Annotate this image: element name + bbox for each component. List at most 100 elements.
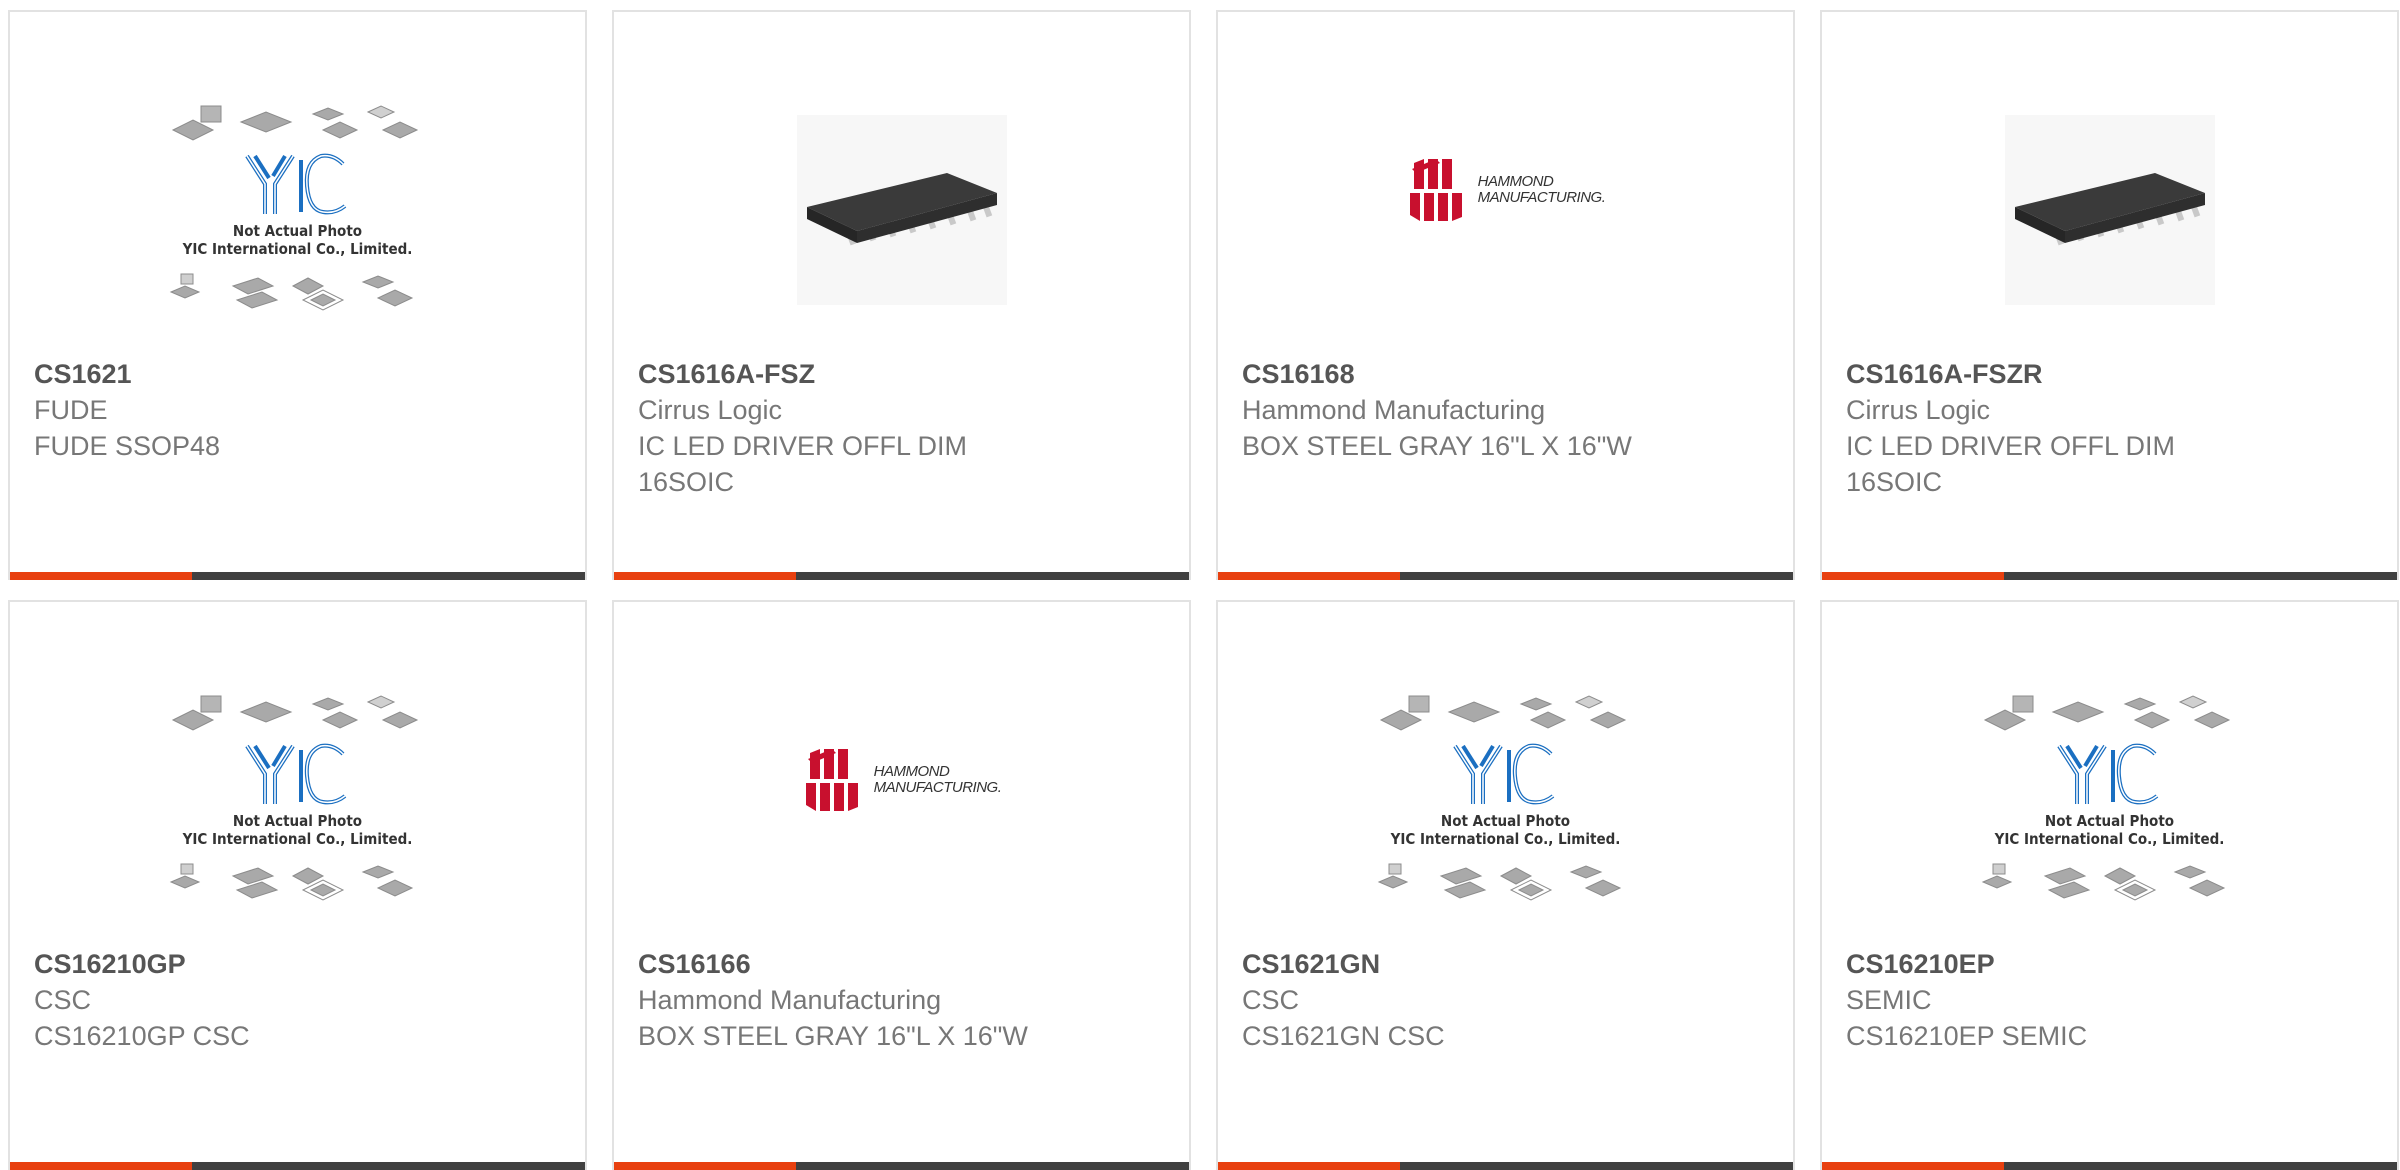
product-description: CS16210GP CSC <box>34 1021 250 1051</box>
card-accent-bar <box>1822 572 2004 580</box>
product-image[interactable]: Not Actual Photo YIC International Co., … <box>1218 677 1793 942</box>
hammond-logo: HAMMOND MANUFACTURING. <box>802 745 1002 815</box>
chip-packages-icon <box>1379 694 1626 731</box>
yic-placeholder-image: Not Actual Photo YIC International Co., … <box>1371 690 1641 930</box>
placeholder-caption: Not Actual Photo YIC International Co., … <box>1995 812 2225 848</box>
hammond-line-2: MANUFACTURING. <box>1477 188 1606 206</box>
placeholder-line-1: Not Actual Photo <box>232 221 363 240</box>
card-bottom-bar <box>10 572 585 580</box>
card-bottom-bar <box>1218 572 1793 580</box>
product-image[interactable]: Not Actual Photo YIC International Co., … <box>10 87 585 352</box>
product-info: CS16210EP SEMIC CS16210EP SEMIC <box>1846 946 2373 1054</box>
card-accent-bar <box>614 1162 796 1170</box>
product-part-number[interactable]: CS16166 <box>638 946 1165 982</box>
card-bottom-bar <box>10 1162 585 1170</box>
placeholder-caption: Not Actual Photo YIC International Co., … <box>183 812 413 848</box>
product-info: CS1621GN CSC CS1621GN CSC <box>1242 946 1769 1054</box>
product-manufacturer: Cirrus Logic <box>1846 395 1991 425</box>
placeholder-caption: Not Actual Photo YIC International Co., … <box>183 222 413 258</box>
card-accent-bar <box>10 572 192 580</box>
product-manufacturer: Cirrus Logic <box>638 395 783 425</box>
yic-placeholder-image: Not Actual Photo YIC International Co., … <box>163 100 433 340</box>
product-manufacturer: CSC <box>1242 985 1300 1015</box>
chip-packages-icon <box>1981 863 2225 901</box>
product-card[interactable]: Not Actual Photo YIC International Co., … <box>1216 600 1795 1170</box>
placeholder-caption: Not Actual Photo YIC International Co., … <box>1391 812 1621 848</box>
yic-placeholder-image: Not Actual Photo YIC International Co., … <box>1975 690 2245 930</box>
product-card[interactable]: HAMMOND MANUFACTURING. CS16166 Hammond M… <box>612 600 1191 1170</box>
product-card[interactable]: Not Actual Photo YIC International Co., … <box>8 10 587 580</box>
soic-chip-image <box>796 114 1007 305</box>
product-description: BOX STEEL GRAY 16"L X 16"W <box>1242 431 1632 461</box>
hammond-wordmark: HAMMOND MANUFACTURING. <box>873 762 1002 796</box>
product-manufacturer: CSC <box>34 985 92 1015</box>
chip-packages-icon <box>171 694 418 731</box>
product-manufacturer: Hammond Manufacturing <box>1242 395 1546 425</box>
product-info: CS16166 Hammond Manufacturing BOX STEEL … <box>638 946 1165 1054</box>
product-card[interactable]: Not Actual Photo YIC International Co., … <box>1820 600 2399 1170</box>
card-accent-bar <box>614 572 796 580</box>
product-description: CS16210EP SEMIC <box>1846 1021 2088 1051</box>
card-accent-bar <box>10 1162 192 1170</box>
card-accent-bar <box>1822 1162 2004 1170</box>
product-description: IC LED DRIVER OFFL DIM 16SOIC <box>638 431 968 497</box>
product-manufacturer: SEMIC <box>1846 985 1932 1015</box>
product-card[interactable]: HAMMOND MANUFACTURING. CS16168 Hammond M… <box>1216 10 1795 580</box>
placeholder-line-2: YIC International Co., Limited. <box>182 239 413 258</box>
product-image[interactable]: Not Actual Photo YIC International Co., … <box>10 677 585 942</box>
product-part-number[interactable]: CS1621GN <box>1242 946 1769 982</box>
product-image[interactable] <box>614 87 1189 352</box>
yic-logo-icon <box>244 743 346 804</box>
product-description: IC LED DRIVER OFFL DIM 16SOIC <box>1846 431 2176 497</box>
product-part-number[interactable]: CS1621 <box>34 356 561 392</box>
yic-logo-icon <box>1452 743 1554 804</box>
hammond-mark-icon <box>805 748 858 811</box>
product-image[interactable]: HAMMOND MANUFACTURING. <box>614 677 1189 942</box>
product-image[interactable] <box>1822 87 2397 352</box>
soic-chip-image <box>2004 114 2215 305</box>
placeholder-line-2: YIC International Co., Limited. <box>1390 829 1621 848</box>
yic-placeholder-image: Not Actual Photo YIC International Co., … <box>163 690 433 930</box>
yic-logo-icon <box>2056 743 2158 804</box>
product-grid: Not Actual Photo YIC International Co., … <box>8 10 2399 1170</box>
product-part-number[interactable]: CS1616A-FSZR <box>1846 356 2373 392</box>
hammond-logo: HAMMOND MANUFACTURING. <box>1406 155 1606 225</box>
card-accent-bar <box>1218 572 1400 580</box>
placeholder-line-1: Not Actual Photo <box>232 811 363 830</box>
product-info: CS16210GP CSC CS16210GP CSC <box>34 946 561 1054</box>
product-description: CS1621GN CSC <box>1242 1021 1445 1051</box>
card-bottom-bar <box>614 1162 1189 1170</box>
product-manufacturer: FUDE <box>34 395 108 425</box>
product-info: CS1621 FUDE FUDE SSOP48 <box>34 356 561 464</box>
product-description: FUDE SSOP48 <box>34 431 221 461</box>
product-part-number[interactable]: CS1616A-FSZ <box>638 356 1165 392</box>
product-card[interactable]: CS1616A-FSZR Cirrus Logic IC LED DRIVER … <box>1820 10 2399 580</box>
hammond-wordmark: HAMMOND MANUFACTURING. <box>1477 172 1606 206</box>
product-image[interactable]: Not Actual Photo YIC International Co., … <box>1822 677 2397 942</box>
product-description: BOX STEEL GRAY 16"L X 16"W <box>638 1021 1028 1051</box>
card-accent-bar <box>1218 1162 1400 1170</box>
product-part-number[interactable]: CS16210EP <box>1846 946 2373 982</box>
card-bottom-bar <box>1822 1162 2397 1170</box>
chip-packages-icon <box>171 104 418 141</box>
hammond-line-2: MANUFACTURING. <box>873 778 1002 796</box>
hammond-line-1: HAMMOND <box>873 762 950 780</box>
hammond-mark-icon <box>1409 158 1462 221</box>
placeholder-line-1: Not Actual Photo <box>1440 811 1571 830</box>
product-info: CS16168 Hammond Manufacturing BOX STEEL … <box>1242 356 1769 464</box>
product-card[interactable]: Not Actual Photo YIC International Co., … <box>8 600 587 1170</box>
hammond-line-1: HAMMOND <box>1477 172 1554 190</box>
card-bottom-bar <box>614 572 1189 580</box>
product-card[interactable]: CS1616A-FSZ Cirrus Logic IC LED DRIVER O… <box>612 10 1191 580</box>
chip-packages-icon <box>169 863 413 901</box>
chip-packages-icon <box>1983 694 2230 731</box>
product-part-number[interactable]: CS16210GP <box>34 946 561 982</box>
product-image[interactable]: HAMMOND MANUFACTURING. <box>1218 87 1793 352</box>
yic-logo-icon <box>244 153 346 214</box>
product-manufacturer: Hammond Manufacturing <box>638 985 942 1015</box>
placeholder-line-2: YIC International Co., Limited. <box>182 829 413 848</box>
product-info: CS1616A-FSZR Cirrus Logic IC LED DRIVER … <box>1846 356 2373 500</box>
product-info: CS1616A-FSZ Cirrus Logic IC LED DRIVER O… <box>638 356 1165 500</box>
product-part-number[interactable]: CS16168 <box>1242 356 1769 392</box>
chip-packages-icon <box>169 273 413 311</box>
